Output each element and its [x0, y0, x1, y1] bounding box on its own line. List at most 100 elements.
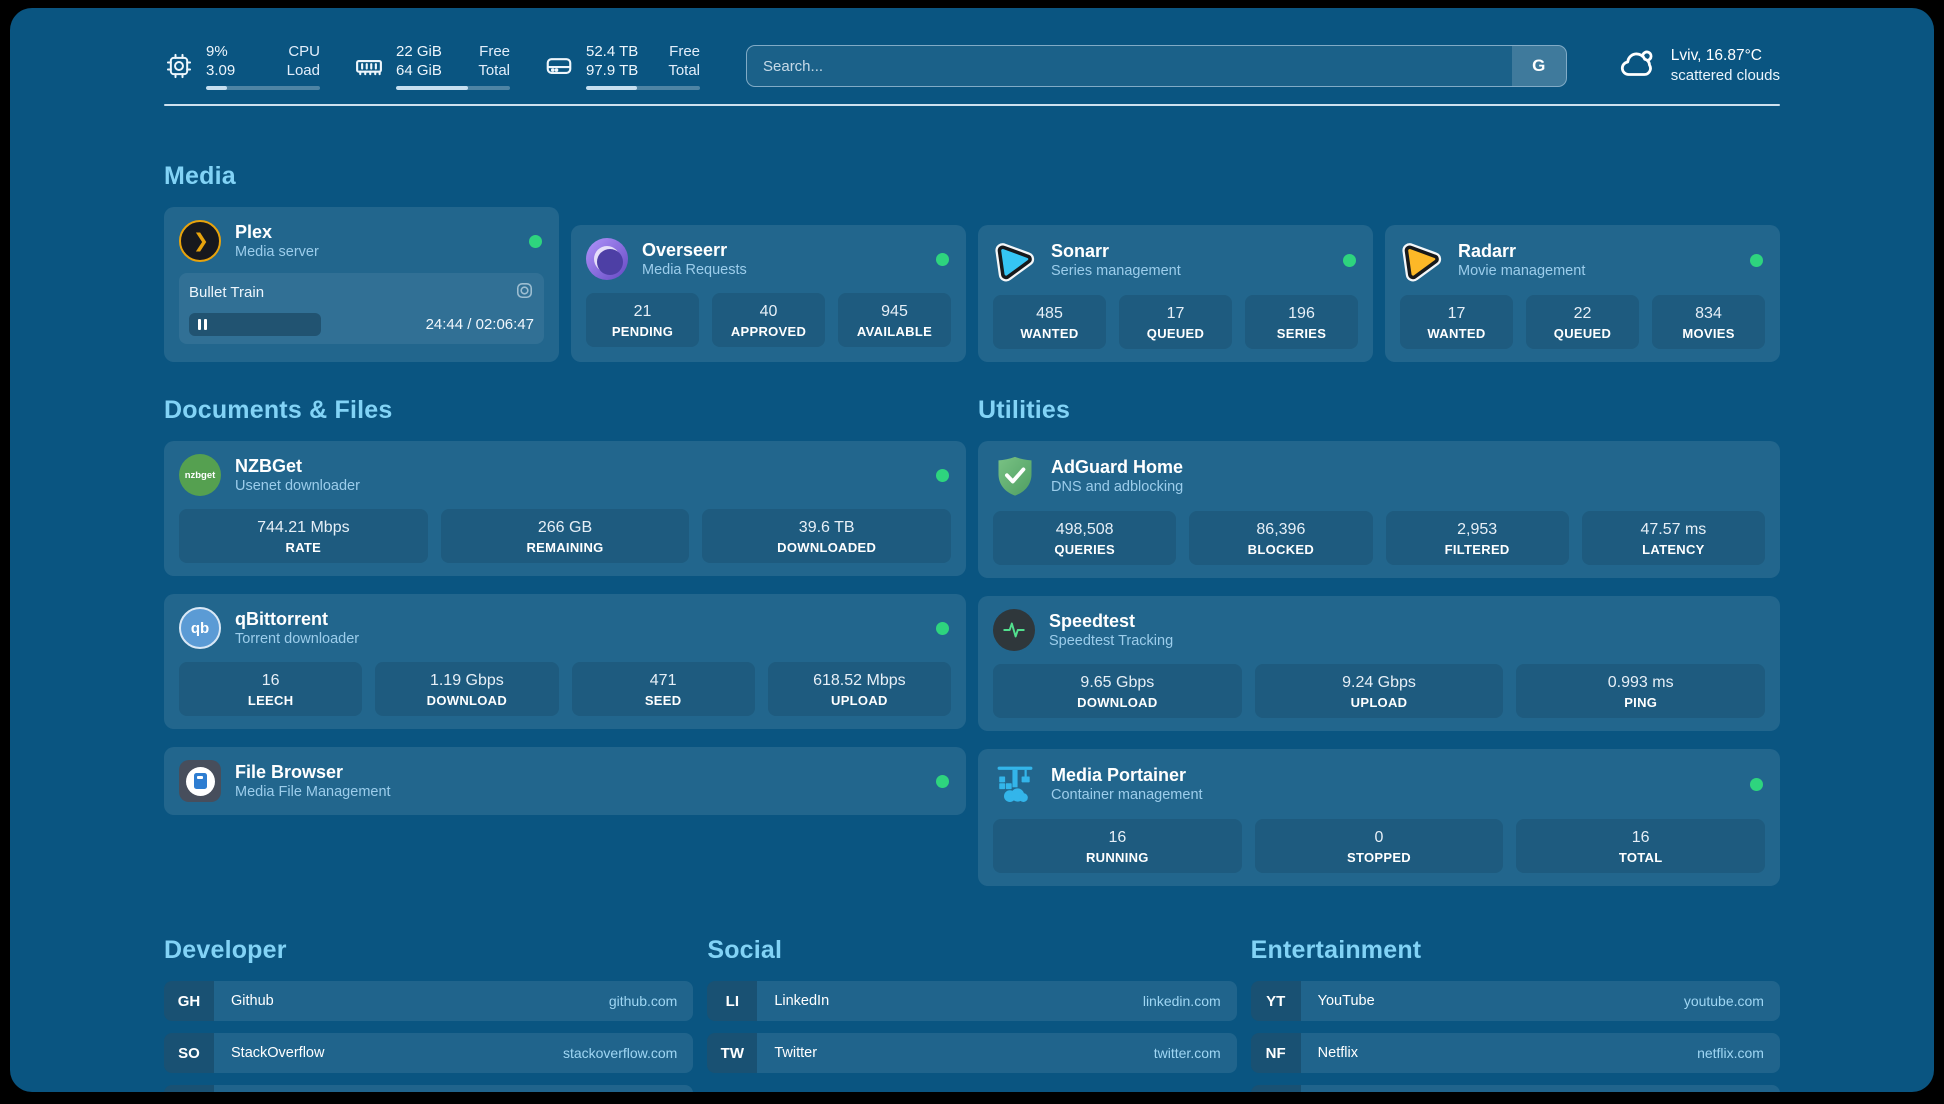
service-title: qBittorrent: [235, 608, 922, 630]
disk-widget: 52.4 TB 97.9 TB Free Total: [544, 42, 700, 90]
link-abbr: NF: [1251, 1033, 1301, 1073]
service-title: Media Portainer: [1051, 764, 1736, 786]
cpu-widget: 9% 3.09 CPU Load: [164, 42, 320, 90]
memory-progress-bar: [396, 86, 510, 90]
disk-icon: [544, 51, 574, 81]
service-description: Movie management: [1458, 262, 1736, 281]
nzbget-icon: nzbget: [179, 454, 221, 496]
dashboard: 9% 3.09 CPU Load: [10, 8, 1934, 1092]
service-title: Plex: [235, 221, 515, 243]
section-title-developer: Developer: [164, 936, 693, 965]
stat-available: 945 AVAILABLE: [838, 293, 951, 347]
service-description: Container management: [1051, 786, 1736, 805]
stat-queries: 498,508 QUERIES: [993, 511, 1176, 565]
media-grid: Plex Media server Bullet Train: [164, 207, 1780, 362]
card-radarr[interactable]: Radarr Movie management 17 WANTED 22 QUE…: [1385, 225, 1780, 362]
weather-location: Lviv, 16.87°C: [1671, 46, 1780, 66]
stat-ping: 0.993 ms PING: [1516, 664, 1765, 718]
documents-column: Documents & Files nzbget NZBGet Usenet d…: [164, 396, 966, 886]
stat-latency: 47.57 ms LATENCY: [1582, 511, 1765, 565]
link-abbr: GH: [164, 981, 214, 1021]
session-settings-icon[interactable]: [515, 281, 534, 304]
search-provider-button[interactable]: G: [1512, 46, 1566, 86]
status-dot: [1750, 254, 1763, 267]
service-title: File Browser: [235, 761, 922, 783]
stat-download: 9.65 Gbps DOWNLOAD: [993, 664, 1242, 718]
status-dot: [529, 235, 542, 248]
link-abbr: SO: [164, 1033, 214, 1073]
stat-wanted: 485 WANTED: [993, 295, 1106, 349]
cpu-load-value: 3.09: [206, 61, 262, 80]
status-dot: [936, 775, 949, 788]
stat-rate: 744.21 Mbps RATE: [179, 509, 428, 563]
link-netflix[interactable]: NF Netflix netflix.com: [1251, 1033, 1780, 1073]
cpu-usage-value: 9%: [206, 42, 262, 61]
stat-stopped: 0 STOPPED: [1255, 819, 1504, 873]
section-title-media: Media: [164, 162, 1780, 191]
service-description: Media File Management: [235, 783, 922, 802]
card-filebrowser[interactable]: File Browser Media File Management: [164, 747, 966, 815]
header: 9% 3.09 CPU Load: [164, 8, 1780, 90]
link-linkedin[interactable]: LI LinkedIn linkedin.com: [707, 981, 1236, 1021]
section-title-documents: Documents & Files: [164, 396, 966, 425]
stat-queued: 22 QUEUED: [1526, 295, 1639, 349]
disk-free-label: Free: [662, 42, 700, 61]
stat-download: 1.19 Gbps DOWNLOAD: [375, 662, 558, 716]
stat-blocked: 86,396 BLOCKED: [1189, 511, 1372, 565]
service-title: AdGuard Home: [1051, 456, 1765, 478]
utilities-column: Utilities: [978, 396, 1780, 886]
stat-series: 196 SERIES: [1245, 295, 1358, 349]
stat-pending: 21 PENDING: [586, 293, 699, 347]
cpu-progress-bar: [206, 86, 320, 90]
link-youtube[interactable]: YT YouTube youtube.com: [1251, 981, 1780, 1021]
link-github[interactable]: GH Github github.com: [164, 981, 693, 1021]
card-speedtest[interactable]: Speedtest Speedtest Tracking 9.65 Gbps D…: [978, 596, 1780, 731]
filebrowser-icon: [179, 760, 221, 802]
plex-icon: [179, 220, 221, 262]
link-abbr: TW: [707, 1033, 757, 1073]
stat-seed: 471 SEED: [572, 662, 755, 716]
stat-approved: 40 APPROVED: [712, 293, 825, 347]
stat-running: 16 RUNNING: [993, 819, 1242, 873]
card-adguard[interactable]: AdGuard Home DNS and adblocking 498,508 …: [978, 441, 1780, 578]
memory-widget: 22 GiB 64 GiB Free Total: [354, 42, 510, 90]
link-abbr: DT: [164, 1085, 214, 1092]
section-title-entertainment: Entertainment: [1251, 936, 1780, 965]
card-nzbget[interactable]: nzbget NZBGet Usenet downloader 744.21 M…: [164, 441, 966, 576]
link-reddit[interactable]: RE Reddit reddit.com: [1251, 1085, 1780, 1092]
stat-leech: 16 LEECH: [179, 662, 362, 716]
section-title-utilities: Utilities: [978, 396, 1780, 425]
card-overseerr[interactable]: Overseerr Media Requests 21 PENDING 40 A…: [571, 225, 966, 362]
header-divider: [164, 104, 1780, 106]
card-sonarr[interactable]: Sonarr Series management 485 WANTED 17 Q…: [978, 225, 1373, 362]
link-stackoverflow[interactable]: SO StackOverflow stackoverflow.com: [164, 1033, 693, 1073]
link-twitter[interactable]: TW Twitter twitter.com: [707, 1033, 1236, 1073]
sonarr-icon: [993, 238, 1037, 282]
status-dot: [1750, 778, 1763, 791]
card-plex[interactable]: Plex Media server Bullet Train: [164, 207, 559, 362]
bookmarks-social: Social LI LinkedIn linkedin.com TW Twitt…: [707, 936, 1236, 1092]
cpu-load-label: Load: [282, 61, 320, 80]
stat-queued: 17 QUEUED: [1119, 295, 1232, 349]
weather-widget: Lviv, 16.87°C scattered clouds: [1615, 43, 1780, 90]
service-title: Overseerr: [642, 239, 922, 261]
playback-time: 24:44 / 02:06:47: [426, 316, 534, 333]
card-qbittorrent[interactable]: qb qBittorrent Torrent downloader 16 LEE…: [164, 594, 966, 729]
pause-button[interactable]: [189, 313, 321, 336]
link-dev[interactable]: DT DEV dev.to: [164, 1085, 693, 1092]
service-description: Series management: [1051, 262, 1329, 281]
cpu-usage-label: CPU: [282, 42, 320, 61]
search-input[interactable]: [747, 46, 1512, 86]
service-description: Speedtest Tracking: [1049, 632, 1765, 651]
bookmarks-entertainment: Entertainment YT YouTube youtube.com NF …: [1251, 936, 1780, 1092]
card-portainer[interactable]: Media Portainer Container management 16 …: [978, 749, 1780, 886]
service-description: Usenet downloader: [235, 477, 922, 496]
service-title: Speedtest: [1049, 610, 1765, 632]
stat-upload: 9.24 Gbps UPLOAD: [1255, 664, 1504, 718]
service-description: Media Requests: [642, 261, 922, 280]
status-dot: [936, 469, 949, 482]
memory-free-value: 22 GiB: [396, 42, 452, 61]
service-description: Torrent downloader: [235, 630, 922, 649]
link-abbr: LI: [707, 981, 757, 1021]
qbittorrent-icon: qb: [179, 607, 221, 649]
